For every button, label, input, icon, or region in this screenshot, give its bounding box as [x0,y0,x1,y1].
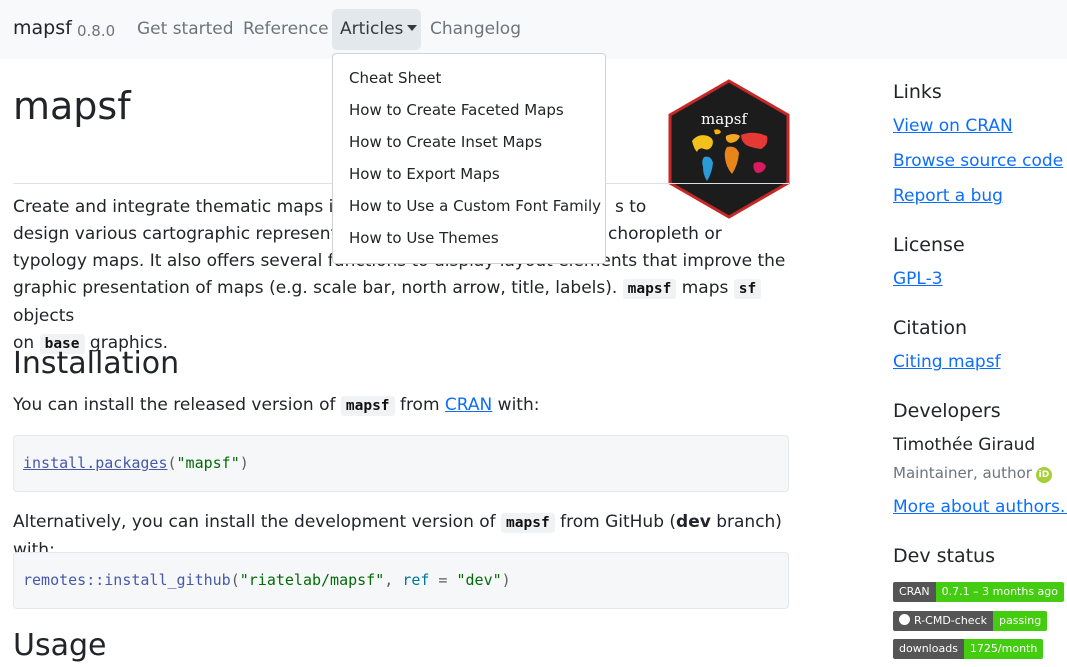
code1-open-paren: ( [167,454,177,472]
github-icon [899,614,910,625]
downloads-badge-value: 1725/month [963,639,1044,659]
developers-heading: Developers [893,400,1001,422]
install-packages-link[interactable]: install.packages [23,454,168,472]
code2-equals: = [429,571,457,589]
nav-changelog[interactable]: Changelog [430,19,521,39]
code2-ref-param: ref [402,571,430,589]
view-on-cran-link[interactable]: View on CRAN [893,116,1013,136]
code2-namespace: remotes:: [23,571,105,589]
nav-articles-dropdown-toggle[interactable]: Articles [332,9,421,50]
install-p1-from: from [399,395,440,415]
code-sf: sf [733,279,762,299]
cran-badge-label: CRAN [893,582,936,602]
dropdown-item-themes[interactable]: How to Use Themes [349,229,499,247]
code2-function: install_github [104,571,231,589]
developer-role-line: Maintainer, author iD [893,464,1052,483]
nav-articles-label: Articles [340,19,404,39]
citing-mapsf-link[interactable]: Citing mapsf [893,352,1001,372]
install-p2-mid: from GitHub ( [560,512,677,532]
install-released-paragraph: You can install the released version of … [13,392,789,420]
rcmd-check-badge-label: R-CMD-check [893,611,993,631]
more-authors-link[interactable]: More about authors... [893,497,1067,517]
links-heading: Links [893,81,942,103]
developer-role: Maintainer, author [893,464,1032,482]
citation-heading: Citation [893,317,968,339]
orcid-icon[interactable]: iD [1035,467,1052,483]
code-mapsf: mapsf [622,279,677,299]
intro-line1-right: s to [615,197,647,217]
cran-link[interactable]: CRAN [445,395,492,415]
intro-line2-left: design various cartographic representati [13,224,359,244]
report-bug-link[interactable]: Report a bug [893,186,1003,206]
dropdown-item-faceted-maps[interactable]: How to Create Faceted Maps [349,101,564,119]
intro-line1-left: Create and integrate thematic maps in yo [13,197,371,217]
downloads-badge[interactable]: downloads 1725/month [893,639,1044,659]
nav-get-started[interactable]: Get started [137,19,234,39]
install-p1-text: You can install the released version of [13,395,336,415]
brand-link[interactable]: mapsf [13,17,72,39]
dropdown-item-cheat-sheet[interactable]: Cheat Sheet [349,69,441,87]
installation-heading: Installation [13,346,180,381]
logo-text: mapsf [701,110,748,128]
dropdown-item-export-maps[interactable]: How to Export Maps [349,165,500,183]
dropdown-item-custom-font[interactable]: How to Use a Custom Font Family [349,197,601,215]
word-objects: objects [13,306,75,326]
word-maps: maps [681,278,729,298]
code2-dev-string: "dev" [456,571,502,589]
browse-source-link[interactable]: Browse source code [893,151,1063,171]
rcmd-check-badge-value: passing [992,611,1048,631]
downloads-badge-label: downloads [893,639,964,659]
usage-heading: Usage [13,628,107,663]
rcmd-check-label-text: R-CMD-check [914,614,987,627]
dev-branch-bold: dev [676,512,711,532]
intro-line4: graphic presentation of maps (e.g. scale… [13,278,618,298]
code-block-install-github[interactable]: remotes::install_github("riatelab/mapsf"… [13,552,789,609]
page-title: mapsf [13,84,131,128]
code1-string: "mapsf" [176,454,240,472]
license-link[interactable]: GPL-3 [893,269,943,289]
cran-badge-value: 0.7.1 – 3 months ago [935,582,1064,602]
navbar: mapsf 0.8.0 Get started Reference Articl… [0,0,1067,59]
intro-line2-right: choropleth or [608,224,722,244]
code2-open-paren: ( [230,571,240,589]
cran-badge[interactable]: CRAN 0.7.1 – 3 months ago [893,582,1064,602]
install-p2-text: Alternatively, you can install the devel… [13,512,496,532]
code-mapsf-p1: mapsf [340,396,395,416]
dropdown-item-inset-maps[interactable]: How to Create Inset Maps [349,133,542,151]
chevron-down-icon [407,25,418,31]
code-mapsf-p2: mapsf [501,513,555,533]
code-block-install-cran[interactable]: install.packages("mapsf") [13,435,789,492]
dev-status-heading: Dev status [893,545,995,567]
version-badge: 0.8.0 [77,22,116,40]
nav-reference[interactable]: Reference [243,19,329,39]
code2-repo-string: "riatelab/mapsf" [239,571,385,589]
developer-name: Timothée Giraud [893,435,1036,455]
articles-dropdown-menu: Cheat Sheet How to Create Faceted Maps H… [332,53,606,264]
code2-close-paren: ) [501,571,511,589]
rcmd-check-badge[interactable]: R-CMD-check passing [893,611,1048,631]
license-heading: License [893,234,965,256]
install-p1-after: with: [497,395,540,415]
code2-comma: , [384,571,403,589]
code1-close-paren: ) [239,454,249,472]
